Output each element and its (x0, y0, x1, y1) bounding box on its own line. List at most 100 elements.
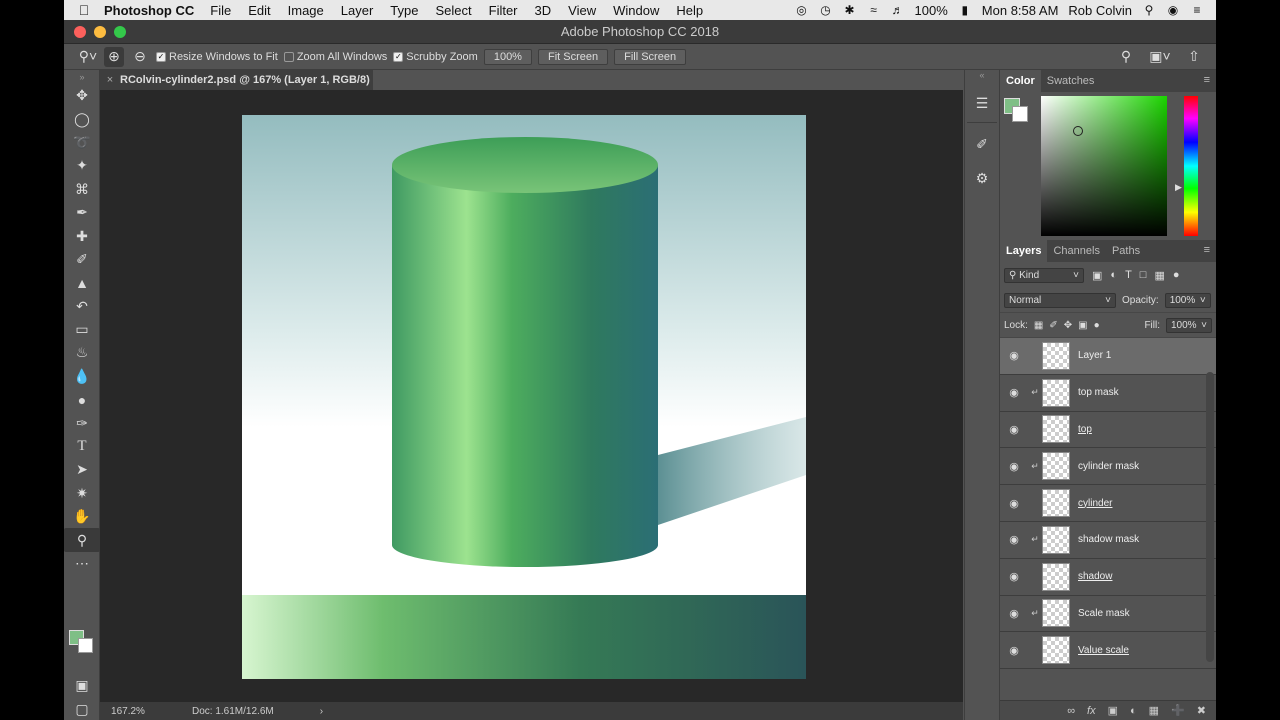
menu-filter[interactable]: Filter (489, 3, 518, 18)
stamp-icon[interactable]: ▲ (64, 271, 100, 294)
tab-paths[interactable]: Paths (1106, 240, 1146, 262)
zoom-100-button[interactable]: 100% (483, 48, 532, 65)
menu-type[interactable]: Type (390, 3, 418, 18)
quick-select-icon[interactable]: ✦ (64, 154, 100, 177)
link-layers-icon[interactable]: ∞ (1067, 705, 1075, 717)
bluetooth-icon[interactable]: ✱ (843, 3, 857, 17)
tab-layers[interactable]: Layers (1000, 240, 1048, 262)
eye-icon[interactable]: ◉ (1000, 607, 1028, 620)
notification-center-icon[interactable]: ≡ (1190, 3, 1204, 17)
eye-icon[interactable]: ◉ (1000, 644, 1028, 657)
document-tab[interactable]: × RColvin-cylinder2.psd @ 167% (Layer 1,… (100, 70, 373, 90)
eye-icon[interactable]: ◉ (1000, 386, 1028, 399)
fill-input[interactable]: 100% ˅ (1166, 317, 1212, 333)
hand-icon[interactable]: ✋ (64, 505, 100, 528)
history-panel-icon[interactable]: ☰ (965, 90, 999, 116)
filter-kind-select[interactable]: ⚲ Kind ˅ (1004, 267, 1084, 283)
new-group-icon[interactable]: ▦ (1149, 704, 1159, 717)
filter-type-icon[interactable]: T (1125, 269, 1132, 281)
creative-cloud-icon[interactable]: ◎ (795, 3, 809, 17)
layer-row-shadow[interactable]: ◉ shadow (1000, 559, 1216, 596)
menu-layer[interactable]: Layer (341, 3, 374, 18)
layer-row-layer-1[interactable]: ◉ Layer 1 (1000, 338, 1216, 375)
workspace-icon[interactable]: ▣˅ (1149, 47, 1170, 67)
layers-scrollbar[interactable] (1206, 372, 1214, 662)
collapse-dock-icon[interactable]: « (965, 70, 999, 82)
menu-window[interactable]: Window (613, 3, 659, 18)
tab-channels[interactable]: Channels (1047, 240, 1105, 262)
eraser-icon[interactable]: ▭ (64, 318, 100, 341)
share-icon[interactable]: ⇧ (1184, 47, 1204, 67)
filter-adjustment-icon[interactable]: ◐ (1110, 269, 1117, 281)
filter-smart-object-icon[interactable]: ▦ (1154, 269, 1164, 282)
brush-settings-icon[interactable]: ✐ (965, 131, 999, 157)
move-icon[interactable]: ✥ (64, 84, 100, 107)
zoom-out-icon[interactable]: ⊖ (130, 47, 150, 67)
siri-icon[interactable]: ◉ (1166, 3, 1180, 17)
quick-mask-icon[interactable]: ▣ (64, 674, 100, 697)
screen-mode-icon[interactable]: ▢ (64, 698, 100, 720)
marquee-icon[interactable]: ◯ (64, 107, 100, 130)
path-select-icon[interactable]: ➤ (64, 458, 100, 481)
tab-color[interactable]: Color (1000, 70, 1041, 92)
tab-swatches[interactable]: Swatches (1041, 70, 1101, 92)
menu-3d[interactable]: 3D (535, 3, 552, 18)
history-brush-icon[interactable]: ↶ (64, 295, 100, 318)
new-layer-icon[interactable]: ➕ (1171, 704, 1185, 717)
user-name[interactable]: Rob Colvin (1068, 3, 1132, 18)
fit-screen-button[interactable]: Fit Screen (537, 48, 609, 65)
panel-menu-icon[interactable]: ≡ (1204, 74, 1210, 86)
layer-row-cylinder[interactable]: ◉ cylinder (1000, 485, 1216, 522)
fill-screen-button[interactable]: Fill Screen (614, 48, 687, 65)
opacity-input[interactable]: 100% ˅ (1164, 292, 1211, 308)
apple-icon[interactable]:  (64, 2, 104, 18)
scrubby-zoom-checkbox[interactable]: ✓ Scrubby Zoom (393, 51, 478, 63)
close-window-button[interactable] (74, 25, 86, 38)
menu-image[interactable]: Image (288, 3, 324, 18)
resize-windows-checkbox[interactable]: ✓ Resize Windows to Fit (156, 51, 278, 63)
shape-icon[interactable]: ✷ (64, 482, 100, 505)
layer-row-value-scale[interactable]: ◉ Value scale (1000, 632, 1216, 670)
hue-slider[interactable] (1184, 96, 1198, 236)
layer-row-cylinder-mask[interactable]: ◉ ↵ cylinder mask (1000, 448, 1216, 486)
blend-mode-select[interactable]: Normal ˅ (1004, 292, 1116, 308)
spotlight-icon[interactable]: ⚲ (1142, 3, 1156, 17)
filter-toggle-icon[interactable]: ● (1173, 269, 1180, 281)
healing-icon[interactable]: ✚ (64, 224, 100, 247)
lock-transparent-icon[interactable]: ▦ (1034, 320, 1043, 331)
color-field[interactable] (1041, 96, 1167, 236)
layer-row-scale-mask[interactable]: ◉ ↵ Scale mask (1000, 596, 1216, 633)
adjustments-icon[interactable]: ⚙ (965, 165, 999, 191)
layer-row-top[interactable]: ◉ top (1000, 412, 1216, 449)
eye-icon[interactable]: ◉ (1000, 349, 1028, 362)
layer-row-top-mask[interactable]: ◉ ↵ top mask (1000, 375, 1216, 412)
menu-select[interactable]: Select (435, 3, 471, 18)
zoom-icon[interactable]: ⚲ (64, 528, 100, 552)
lock-all-icon[interactable]: ● (1094, 320, 1100, 331)
filter-shape-icon[interactable]: □ (1140, 269, 1147, 281)
panel-menu-icon[interactable]: ≡ (1204, 244, 1210, 256)
layer-row-shadow-mask[interactable]: ◉ ↵ shadow mask (1000, 522, 1216, 559)
maximize-window-button[interactable] (114, 25, 126, 38)
crop-icon[interactable]: ⌘ (64, 178, 100, 201)
eye-icon[interactable]: ◉ (1000, 570, 1028, 583)
volume-icon[interactable]: ♬ (891, 3, 905, 17)
menu-file[interactable]: File (210, 3, 231, 18)
layer-style-icon[interactable]: fx (1087, 705, 1096, 717)
background-color-swatch[interactable] (78, 638, 93, 653)
search-icon[interactable]: ⚲ (1116, 47, 1136, 67)
color-panel-background[interactable] (1012, 106, 1028, 122)
app-menu[interactable]: Photoshop CC (104, 3, 194, 18)
more-icon[interactable]: ⋯ (64, 552, 100, 575)
lock-position-icon[interactable]: ✥ (1064, 320, 1072, 331)
dodge-icon[interactable]: ● (64, 388, 100, 411)
eye-icon[interactable]: ◉ (1000, 533, 1028, 546)
eyedropper-icon[interactable]: ✒ (64, 201, 100, 224)
paint-bucket-icon[interactable]: ♨ (64, 341, 100, 364)
brush-icon[interactable]: ✐ (64, 248, 100, 271)
eye-icon[interactable]: ◉ (1000, 423, 1028, 436)
blur-icon[interactable]: 💧 (64, 365, 100, 388)
collapse-toolbar-icon[interactable]: » (64, 70, 100, 84)
lock-paint-icon[interactable]: ✐ (1049, 320, 1057, 331)
lasso-icon[interactable]: ➰ (64, 131, 100, 154)
